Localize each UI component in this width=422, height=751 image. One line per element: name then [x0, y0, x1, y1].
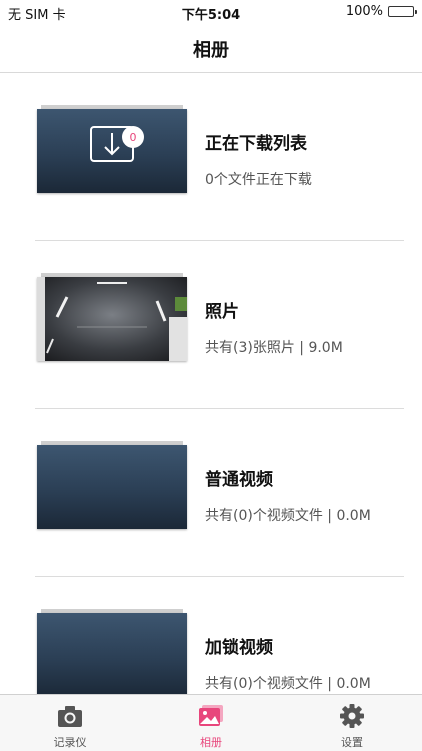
- album-item-photos[interactable]: 照片 共有(3)张照片 | 9.0M: [35, 241, 404, 409]
- album-item-downloading[interactable]: 0 正在下载列表 0个文件正在下载: [35, 73, 404, 241]
- album-thumbnail: [37, 609, 187, 694]
- album-title: 照片: [205, 302, 239, 322]
- download-count-badge: 0: [130, 131, 137, 144]
- tab-label: 记录仪: [53, 736, 87, 749]
- battery-percent: 100%: [345, 4, 383, 19]
- album-subtitle: 0个文件正在下载: [205, 172, 312, 188]
- album-thumbnail: 0: [37, 105, 187, 193]
- tab-recorder[interactable]: 记录仪: [0, 695, 140, 751]
- album-subtitle: 共有(3)张照片 | 9.0M: [205, 340, 343, 356]
- camera-icon: [58, 706, 82, 727]
- album-icon: [199, 705, 223, 726]
- tab-album[interactable]: 相册: [141, 695, 281, 751]
- battery-icon: [388, 6, 417, 17]
- album-subtitle: 共有(0)个视频文件 | 0.0M: [205, 508, 371, 524]
- empty-thumbnail: [37, 613, 187, 694]
- album-list[interactable]: 0 正在下载列表 0个文件正在下载 照片 共有(3)张照片 | 9.0M 普通视…: [0, 73, 422, 694]
- tab-label: 相册: [200, 736, 222, 749]
- album-title: 加锁视频: [205, 638, 273, 658]
- photo-preview-image: [37, 277, 187, 361]
- gear-icon: [340, 704, 364, 728]
- page-title: 相册: [193, 40, 229, 61]
- tab-label: 设置: [341, 736, 363, 749]
- album-title: 普通视频: [205, 470, 273, 490]
- download-icon: 0: [90, 126, 144, 162]
- empty-thumbnail: [37, 445, 187, 529]
- album-thumbnail: [37, 273, 187, 361]
- tab-bar: 记录仪 相册 设置: [0, 694, 422, 751]
- status-bar: 无 SIM 卡 下午5:04 100%: [0, 0, 422, 24]
- battery-status: 100%: [345, 4, 417, 19]
- navigation-bar: 相册: [0, 24, 422, 73]
- album-item-locked-videos[interactable]: 加锁视频 共有(0)个视频文件 | 0.0M: [35, 577, 404, 694]
- album-item-normal-videos[interactable]: 普通视频 共有(0)个视频文件 | 0.0M: [35, 409, 404, 577]
- album-title: 正在下载列表: [205, 134, 307, 154]
- tab-settings[interactable]: 设置: [282, 695, 422, 751]
- album-thumbnail: [37, 441, 187, 529]
- album-subtitle: 共有(0)个视频文件 | 0.0M: [205, 676, 371, 692]
